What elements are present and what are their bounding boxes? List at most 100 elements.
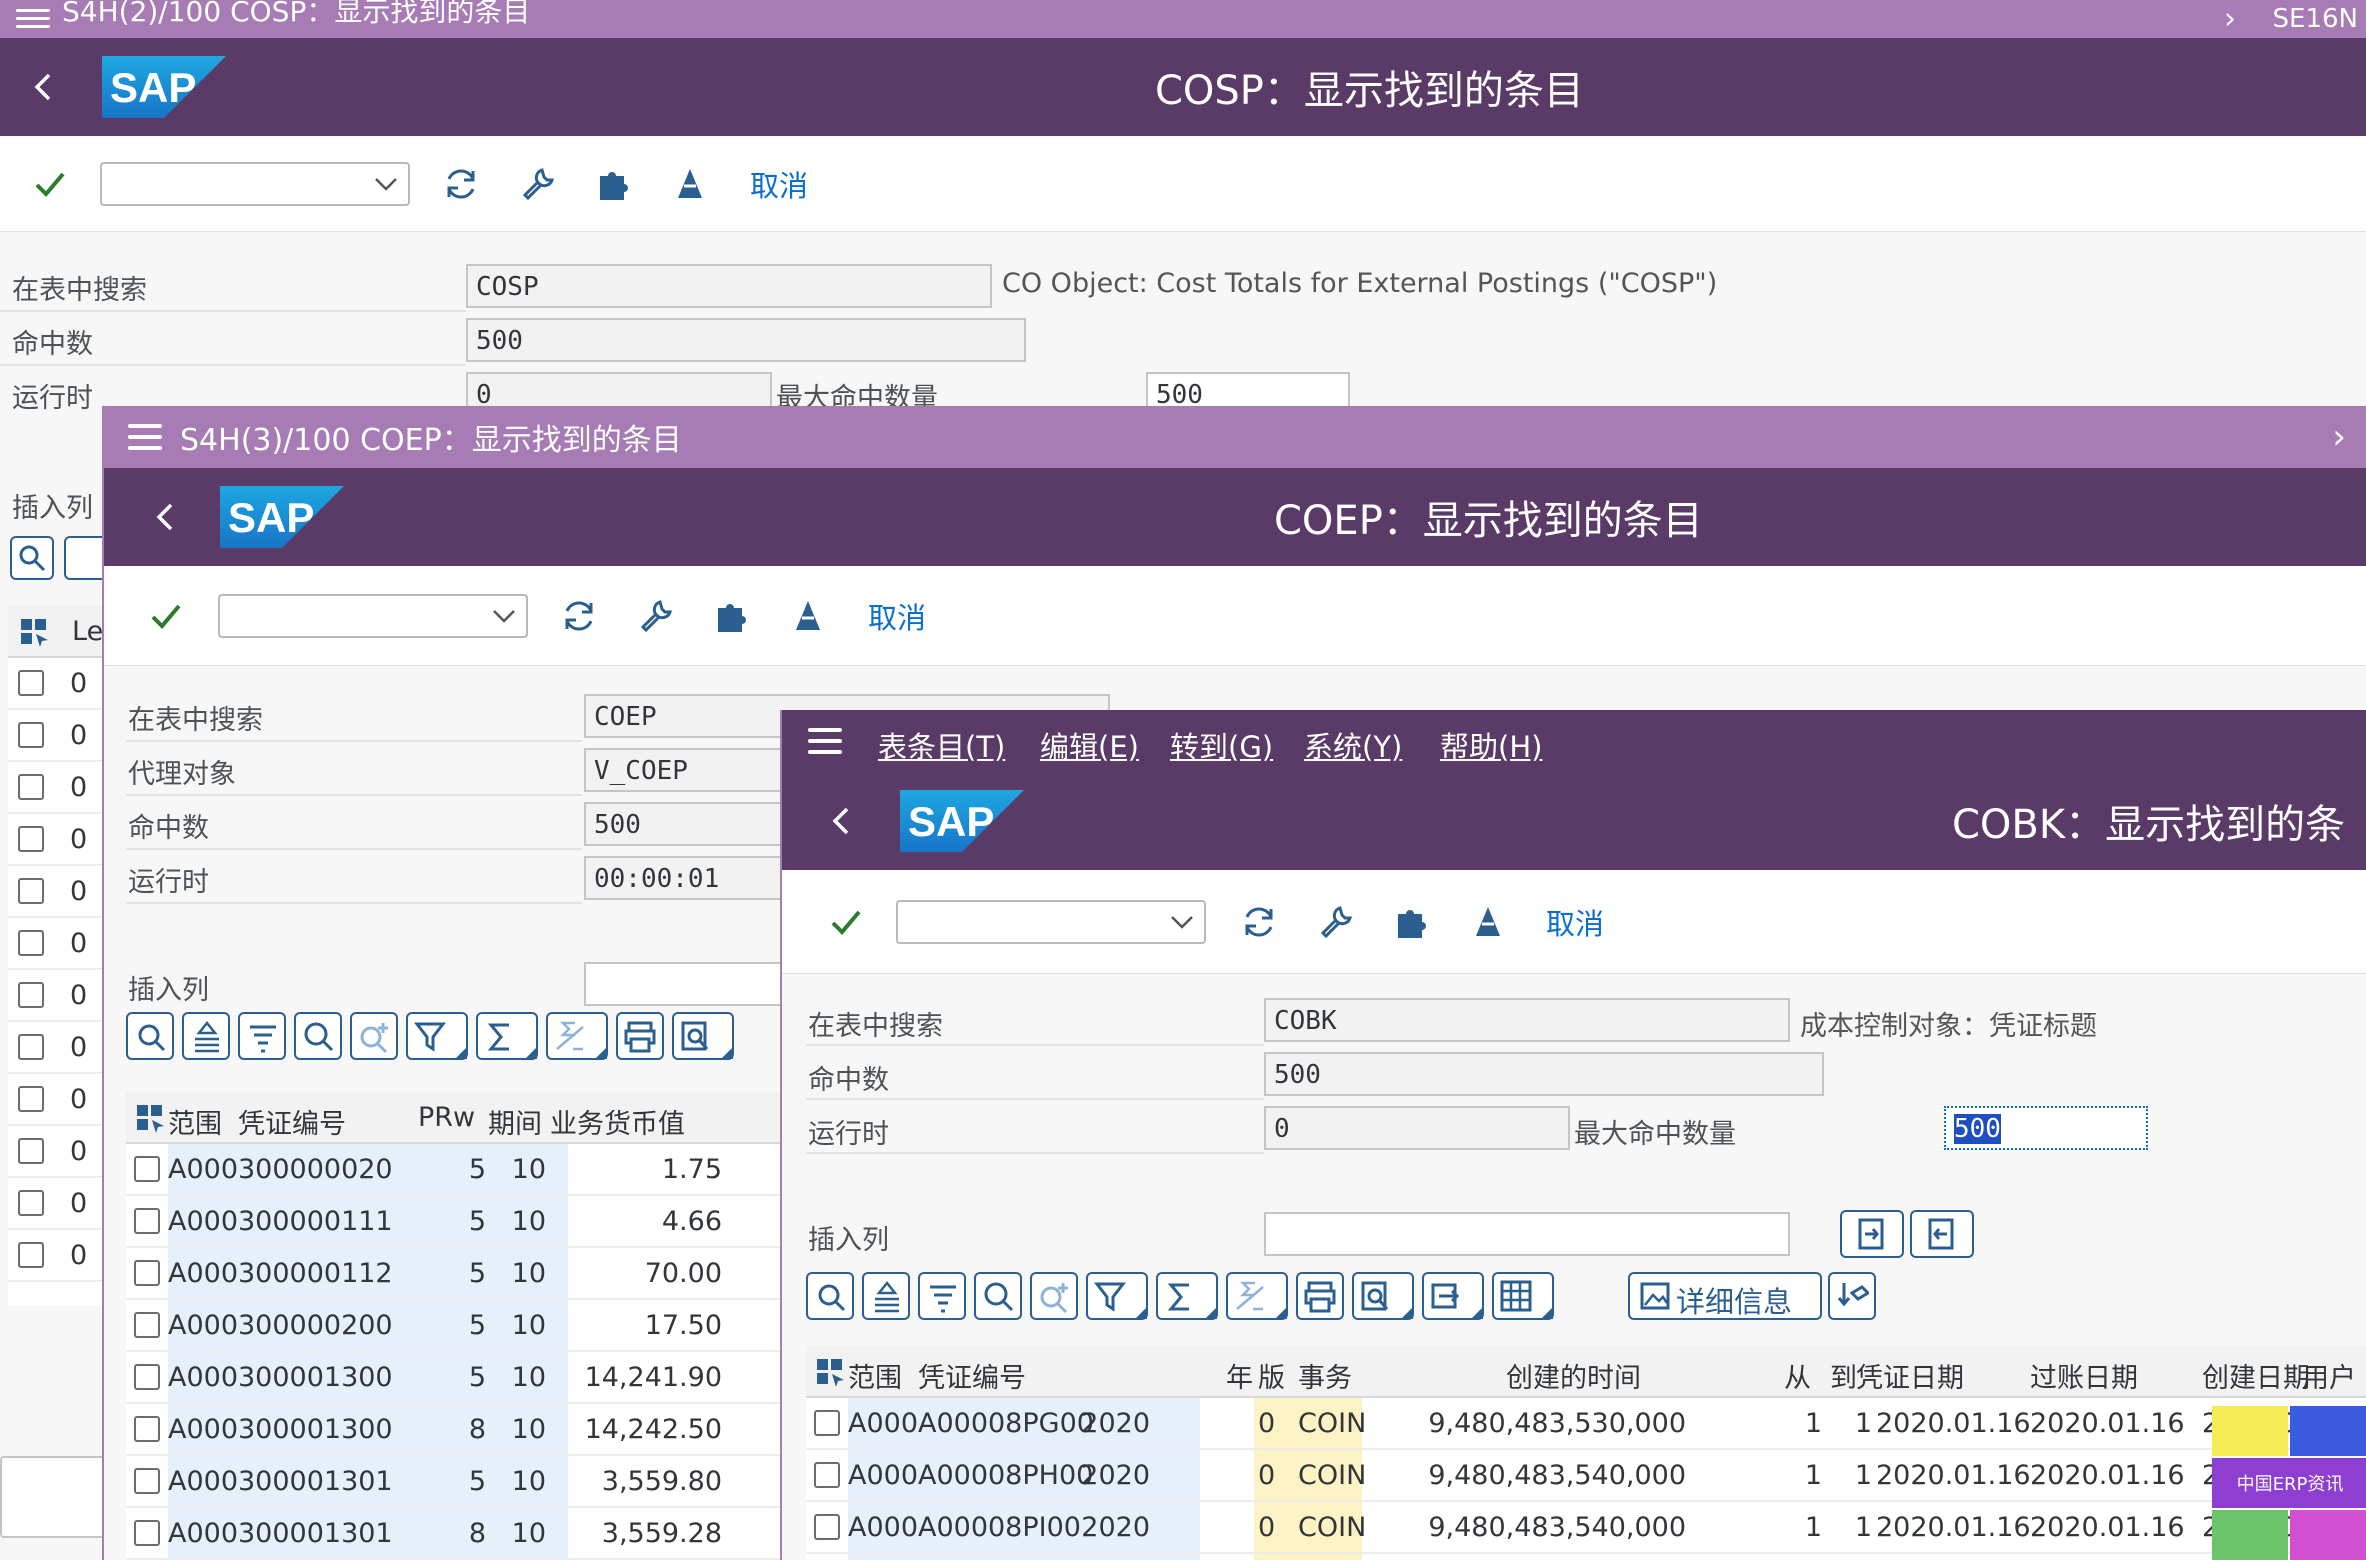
- subtotal-button[interactable]: [546, 1012, 608, 1060]
- find-next-button[interactable]: [1030, 1272, 1078, 1320]
- column-header[interactable]: 用户: [2302, 1356, 2356, 1395]
- table-row[interactable]: A000 300001301 5 10 3,559.80: [126, 1456, 886, 1508]
- column-header[interactable]: 创建的时间: [1506, 1356, 1641, 1395]
- table-row[interactable]: A000 300001300 8 10 14,242.50: [126, 1404, 886, 1456]
- table-row[interactable]: 0: [8, 970, 104, 1022]
- row-checkbox[interactable]: [18, 826, 44, 852]
- align-bottom-button[interactable]: [238, 1012, 286, 1060]
- table-row[interactable]: 0: [8, 1230, 104, 1282]
- table-row[interactable]: A000 300001300 5 10 14,241.90: [126, 1352, 886, 1404]
- row-checkbox[interactable]: [18, 930, 44, 956]
- row-checkbox[interactable]: [134, 1520, 160, 1546]
- wrench-icon[interactable]: [1318, 904, 1354, 940]
- row-checkbox[interactable]: [18, 670, 44, 696]
- table-row[interactable]: 0: [8, 1022, 104, 1074]
- table-row[interactable]: A000 A00008PI00 2020 0 COIN 9,480,483,540,000…: [806, 1502, 2366, 1554]
- cone-icon[interactable]: [674, 166, 706, 202]
- remove-column-button[interactable]: [1910, 1210, 1974, 1258]
- row-checkbox[interactable]: [134, 1208, 160, 1234]
- align-center-button[interactable]: [182, 1012, 230, 1060]
- cone-icon[interactable]: [1472, 904, 1504, 940]
- column-header[interactable]: 到: [1830, 1356, 1857, 1395]
- back-icon[interactable]: [150, 501, 182, 533]
- insert-column-button[interactable]: [1840, 1210, 1904, 1258]
- column-header[interactable]: 过账日期: [2030, 1356, 2138, 1395]
- wrench-icon[interactable]: [638, 598, 674, 634]
- row-checkbox[interactable]: [134, 1468, 160, 1494]
- row-checkbox[interactable]: [18, 774, 44, 800]
- bottom-input[interactable]: [0, 1456, 110, 1538]
- table-row[interactable]: 0: [8, 658, 104, 710]
- column-header[interactable]: 凭证编号: [238, 1102, 346, 1141]
- menu-item[interactable]: 转到(G): [1170, 724, 1273, 766]
- zoom-button[interactable]: [126, 1012, 174, 1060]
- column-header[interactable]: 凭证编号: [918, 1356, 1026, 1395]
- table-row[interactable]: A000 300000112 5 10 70.00: [126, 1248, 886, 1300]
- column-header[interactable]: 期间: [488, 1102, 542, 1141]
- column-header[interactable]: 凭证日期: [1856, 1356, 1964, 1395]
- column-header[interactable]: 从: [1784, 1356, 1811, 1395]
- table-row[interactable]: 0: [8, 814, 104, 866]
- refresh-icon[interactable]: [1240, 903, 1278, 941]
- table-row[interactable]: A000 A00008PG00 2020 0 COIN 9,480,483,530,000…: [806, 1398, 2366, 1450]
- refresh-icon[interactable]: [560, 597, 598, 635]
- chevron-right-icon[interactable]: ›: [2332, 417, 2346, 457]
- back-icon[interactable]: [28, 71, 60, 103]
- column-header[interactable]: Le: [72, 616, 103, 647]
- command-field[interactable]: [218, 593, 528, 638]
- detail-button[interactable]: 详细信息: [1628, 1272, 1822, 1320]
- view-button[interactable]: [672, 1012, 734, 1060]
- row-checkbox[interactable]: [814, 1462, 840, 1488]
- table-row[interactable]: A000 300000020 5 10 1.75: [126, 1144, 886, 1196]
- print-button[interactable]: [616, 1012, 664, 1060]
- table-row[interactable]: 0: [8, 918, 104, 970]
- puzzle-icon[interactable]: [596, 166, 632, 202]
- layout-button[interactable]: [1492, 1272, 1554, 1320]
- menu-item[interactable]: 表条目(T): [878, 724, 1005, 766]
- row-checkbox[interactable]: [134, 1312, 160, 1338]
- row-checkbox[interactable]: [18, 982, 44, 1008]
- row-checkbox[interactable]: [18, 1034, 44, 1060]
- table-row[interactable]: 0: [8, 762, 104, 814]
- chevron-right-icon[interactable]: ›: [2224, 2, 2236, 37]
- checkmark-icon[interactable]: [34, 168, 66, 200]
- table-row[interactable]: 0: [8, 710, 104, 762]
- column-header[interactable]: 版: [1258, 1356, 1285, 1395]
- filter-button[interactable]: [406, 1012, 468, 1060]
- insert-column-field[interactable]: [1264, 1212, 1790, 1256]
- row-checkbox[interactable]: [18, 1242, 44, 1268]
- column-header[interactable]: PRw: [418, 1102, 475, 1133]
- table-row[interactable]: A000 A00008PH00 2020 0 COIN 9,480,483,540,000…: [806, 1450, 2366, 1502]
- command-field[interactable]: [100, 161, 410, 206]
- puzzle-icon[interactable]: [714, 598, 750, 634]
- puzzle-icon[interactable]: [1394, 904, 1430, 940]
- menu-item[interactable]: 帮助(H): [1440, 724, 1542, 766]
- view-button[interactable]: [1352, 1272, 1414, 1320]
- subtotal-button[interactable]: [1226, 1272, 1288, 1320]
- table-row[interactable]: A000 300000111 5 10 4.66: [126, 1196, 886, 1248]
- row-checkbox[interactable]: [18, 1138, 44, 1164]
- command-field[interactable]: [896, 899, 1206, 944]
- refresh-icon[interactable]: [442, 165, 480, 203]
- find-button[interactable]: [974, 1272, 1022, 1320]
- find-next-button[interactable]: [350, 1012, 398, 1060]
- sum-button[interactable]: [1156, 1272, 1218, 1320]
- menu-item[interactable]: 编辑(E): [1040, 724, 1139, 766]
- checkmark-icon[interactable]: [150, 600, 182, 632]
- row-checkbox[interactable]: [814, 1514, 840, 1540]
- cancel-button[interactable]: 取消: [750, 163, 808, 205]
- row-checkbox[interactable]: [134, 1364, 160, 1390]
- hamburger-menu-icon[interactable]: [808, 728, 842, 754]
- max-hits-field[interactable]: 500: [1944, 1106, 2148, 1150]
- row-checkbox[interactable]: [18, 1086, 44, 1112]
- table-row[interactable]: 0: [8, 1074, 104, 1126]
- row-checkbox[interactable]: [134, 1260, 160, 1286]
- column-header[interactable]: 创建日期: [2202, 1356, 2310, 1395]
- row-checkbox[interactable]: [18, 878, 44, 904]
- wrench-icon[interactable]: [520, 166, 556, 202]
- grid-settings-icon[interactable]: [136, 1104, 166, 1134]
- find-button[interactable]: [294, 1012, 342, 1060]
- column-header[interactable]: 范围: [168, 1102, 222, 1141]
- column-header[interactable]: 范围: [848, 1356, 902, 1395]
- print-button[interactable]: [1296, 1272, 1344, 1320]
